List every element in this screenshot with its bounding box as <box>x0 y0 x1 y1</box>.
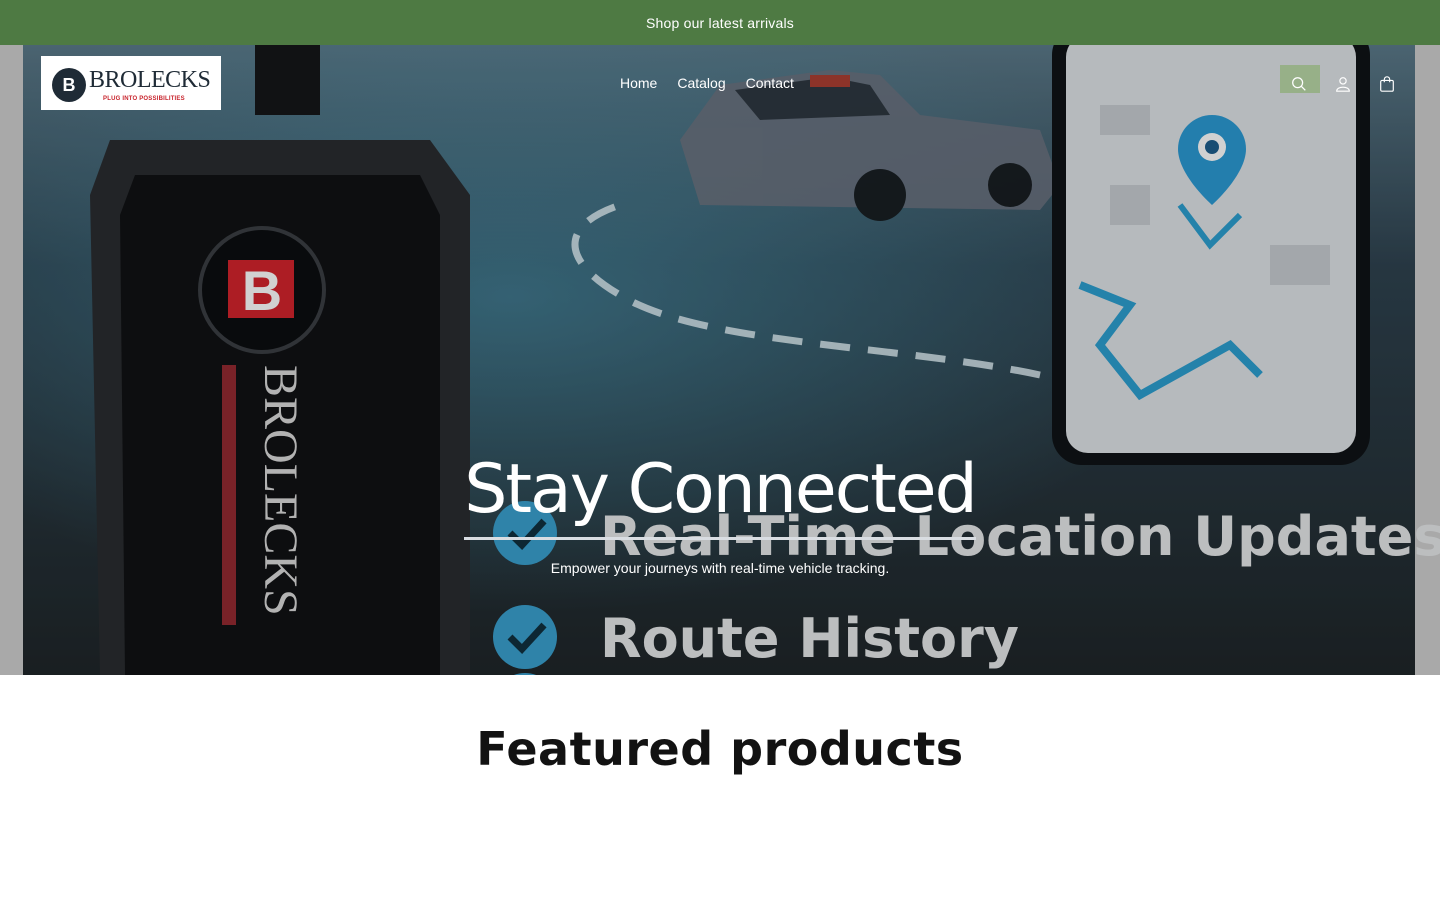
hero-image: B BROLECKS Real-Time Location Updates Ro… <box>0 45 1440 675</box>
announcement-bar[interactable]: Shop our latest arrivals <box>0 0 1440 45</box>
logo-mark-icon: B <box>52 68 86 102</box>
logo-tagline: PLUG INTO POSSIBILITIES <box>103 96 185 102</box>
search-icon[interactable] <box>1288 73 1310 95</box>
header-icons <box>1288 73 1398 95</box>
account-icon[interactable] <box>1332 73 1354 95</box>
hero-title: Stay Connected <box>464 455 978 540</box>
nav-home[interactable]: Home <box>620 73 657 93</box>
logo-link[interactable]: B BROLECKS PLUG INTO POSSIBILITIES <box>41 56 221 110</box>
announcement-text[interactable]: Shop our latest arrivals <box>646 15 794 31</box>
featured-products-heading: Featured products <box>476 722 964 776</box>
hero-banner: B BROLECKS Real-Time Location Updates Ro… <box>0 45 1440 675</box>
hero-content: Stay Connected Empower your journeys wit… <box>0 455 1440 576</box>
logo-brand: BROLECKS <box>89 67 211 93</box>
nav-contact[interactable]: Contact <box>746 73 794 93</box>
hero-subtitle: Empower your journeys with real-time veh… <box>550 560 890 576</box>
cart-icon[interactable] <box>1376 73 1398 95</box>
main-nav: Home Catalog Contact <box>620 73 794 93</box>
nav-catalog[interactable]: Catalog <box>677 73 725 93</box>
site-header: B BROLECKS PLUG INTO POSSIBILITIES Home … <box>0 45 1440 121</box>
